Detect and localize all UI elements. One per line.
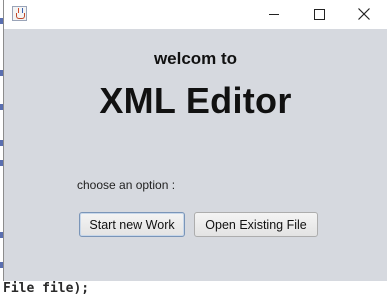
dialog-content: welcom to XML Editor choose an option : … (4, 29, 387, 281)
minimize-button[interactable] (252, 0, 296, 29)
screen: File file); welcom to XML Editor choose … (0, 0, 387, 294)
background-code-line: File file); (3, 281, 90, 294)
maximize-button[interactable] (297, 0, 341, 29)
start-new-work-button[interactable]: Start new Work (79, 212, 185, 237)
maximize-icon (314, 9, 325, 20)
welcome-text: welcom to (153, 49, 238, 68)
close-button[interactable] (342, 0, 386, 29)
minimize-icon (269, 14, 279, 15)
open-existing-file-button[interactable]: Open Existing File (194, 212, 318, 237)
java-cup-icon[interactable] (12, 6, 27, 21)
app-title: XML Editor (99, 80, 292, 121)
choose-option-label: choose an option : (77, 178, 176, 192)
title-bar[interactable] (4, 0, 387, 29)
xml-editor-window: welcom to XML Editor choose an option : … (3, 0, 387, 281)
close-icon (358, 8, 370, 20)
